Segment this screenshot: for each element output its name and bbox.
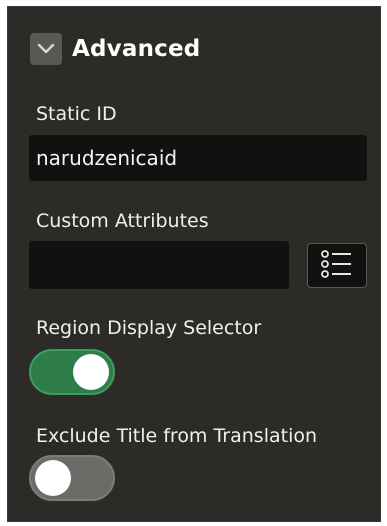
chevron-down-icon bbox=[37, 40, 55, 59]
exclude-title-label: Exclude Title from Translation bbox=[36, 425, 318, 447]
region-display-selector-label: Region Display Selector bbox=[36, 317, 262, 339]
advanced-panel: Advanced Static ID narudzenicaid Custom … bbox=[7, 6, 381, 522]
section-title: Advanced bbox=[72, 36, 201, 62]
collapse-toggle-button[interactable] bbox=[30, 33, 62, 65]
section-header[interactable]: Advanced bbox=[30, 33, 200, 65]
static-id-label: Static ID bbox=[36, 103, 117, 125]
region-display-selector-toggle[interactable] bbox=[29, 349, 115, 395]
custom-attributes-label: Custom Attributes bbox=[36, 210, 209, 232]
custom-attributes-list-button[interactable] bbox=[307, 243, 367, 288]
list-icon bbox=[320, 249, 354, 283]
toggle-knob bbox=[73, 354, 109, 390]
static-id-input[interactable]: narudzenicaid bbox=[29, 135, 367, 181]
custom-attributes-input[interactable] bbox=[29, 241, 289, 289]
toggle-knob bbox=[35, 460, 71, 496]
exclude-title-toggle[interactable] bbox=[29, 455, 115, 501]
